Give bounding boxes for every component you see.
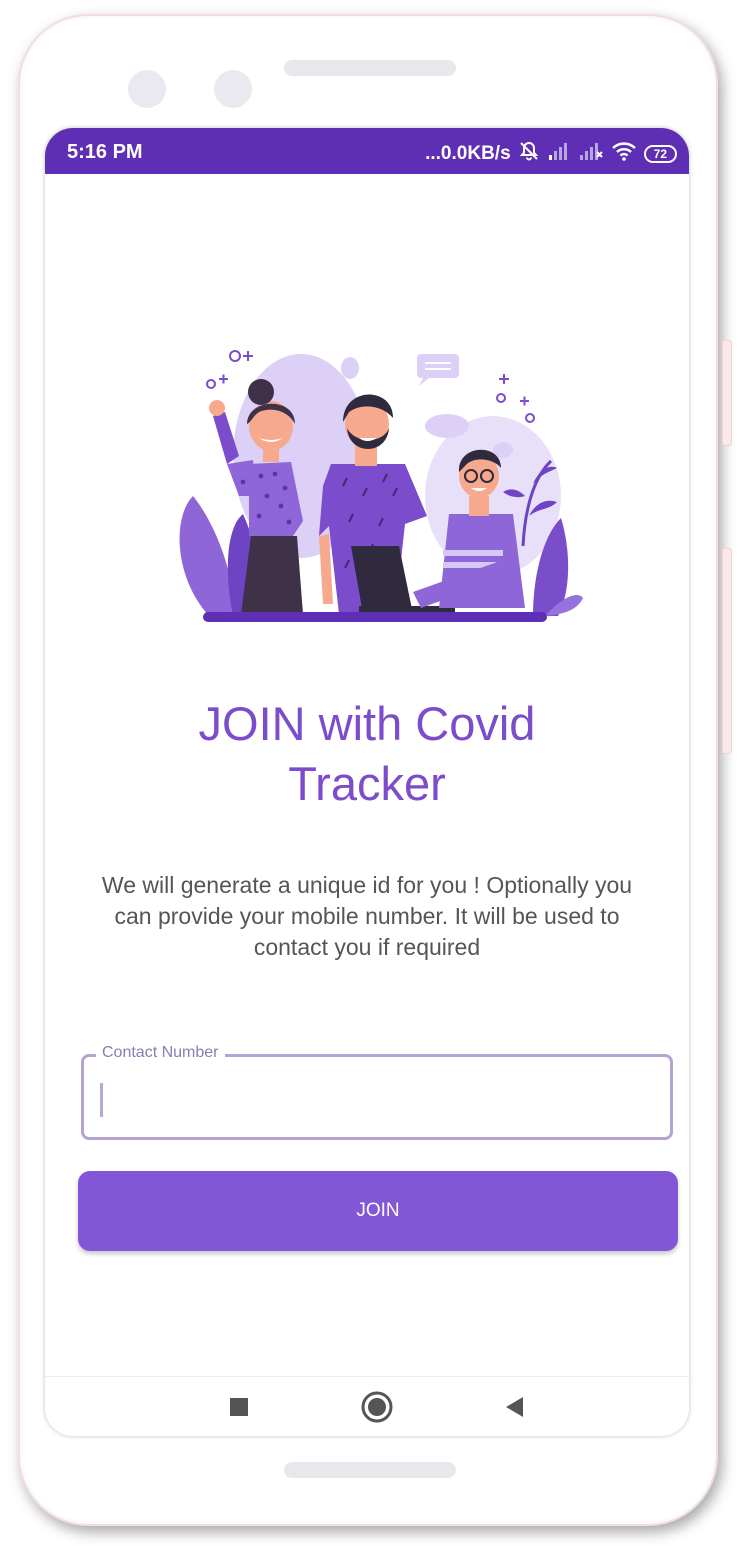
- signal-x-icon: [578, 141, 604, 167]
- contact-number-field[interactable]: Contact Number: [81, 1044, 673, 1140]
- volume-button: [722, 548, 732, 754]
- recents-square-icon[interactable]: [221, 1389, 257, 1425]
- contact-number-label: Contact Number: [96, 1044, 225, 1062]
- front-camera-left: [128, 70, 166, 108]
- title-line-1: JOIN with Covid: [198, 697, 536, 750]
- status-time: 5:16 PM: [67, 141, 143, 163]
- page-title: JOIN with Covid Tracker: [45, 694, 689, 814]
- people-illustration: [179, 350, 583, 622]
- wifi-icon: [611, 141, 637, 167]
- bottom-speaker: [284, 1462, 456, 1478]
- notifications-off-icon: [518, 140, 540, 168]
- status-bar: 5:16 PM ...0.0KB/s 72: [45, 128, 689, 174]
- text-cursor: [100, 1083, 103, 1117]
- battery-icon: 72: [643, 145, 677, 163]
- description-text: We will generate a unique id for you ! O…: [101, 872, 633, 960]
- join-button[interactable]: JOIN: [78, 1171, 678, 1251]
- signal-icon: [547, 141, 571, 167]
- power-button: [722, 340, 732, 446]
- top-speaker: [284, 60, 456, 76]
- back-triangle-icon[interactable]: [497, 1389, 533, 1425]
- home-circle-icon[interactable]: [359, 1389, 395, 1425]
- contact-number-input[interactable]: [110, 1077, 654, 1119]
- status-icons: ...0.0KB/s 72: [425, 140, 677, 168]
- title-line-2: Tracker: [288, 757, 446, 810]
- front-camera-right: [214, 70, 252, 108]
- network-speed: ...0.0KB/s: [425, 143, 511, 164]
- app-screen: 5:16 PM ...0.0KB/s 72 JOIN with Covid Tr…: [45, 128, 689, 1436]
- navigation-bar: [45, 1376, 689, 1436]
